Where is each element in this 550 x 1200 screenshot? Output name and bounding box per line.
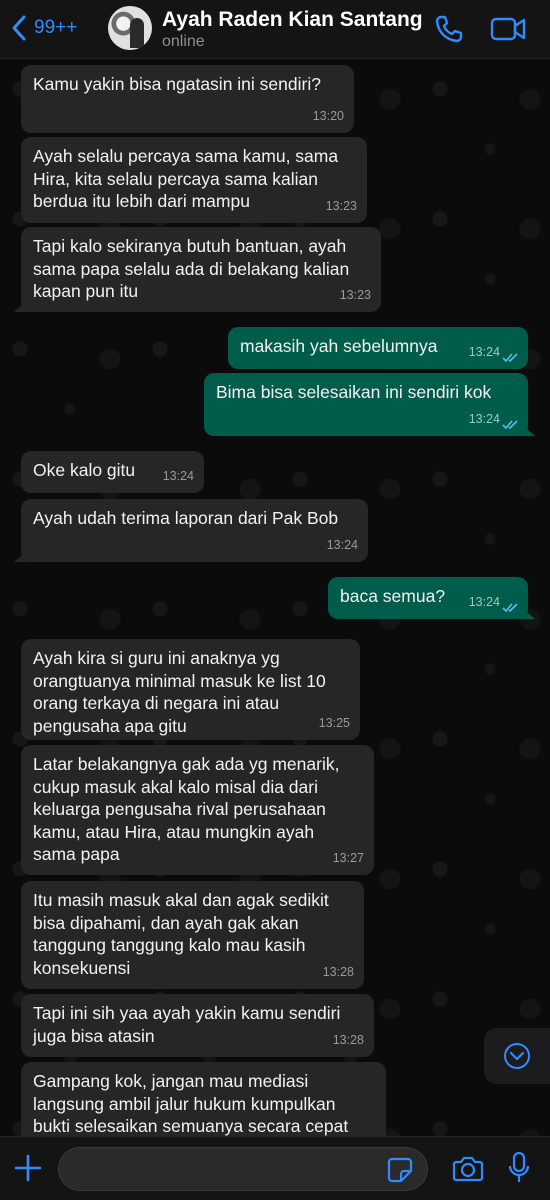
message-bubble-incoming[interactable]: Gampang kok, jangan mau mediasi langsung… bbox=[21, 1062, 386, 1136]
message-bubble-incoming[interactable]: Oke kalo gitu 13:24 bbox=[21, 451, 204, 493]
microphone-icon[interactable] bbox=[508, 1151, 530, 1185]
message-bubble-incoming[interactable]: Tapi ini sih yaa ayah yakin kamu sendiri… bbox=[21, 994, 374, 1057]
double-check-icon bbox=[502, 603, 518, 613]
message-text: Ayah udah terima laporan dari Pak Bob bbox=[33, 508, 339, 528]
message-time: 13:24 bbox=[468, 345, 500, 360]
message-text: Kamu yakin bisa ngatasin ini sendiri? bbox=[33, 74, 321, 94]
message-time: 13:20 bbox=[312, 109, 344, 124]
plus-icon[interactable] bbox=[14, 1154, 42, 1182]
message-time: 13:28 bbox=[332, 1033, 364, 1048]
message-bubble-incoming[interactable]: Latar belakangnya gak ada yg menarik, cu… bbox=[21, 745, 374, 875]
message-text: Latar belakangnya gak ada yg menarik, cu… bbox=[33, 754, 340, 865]
message-bubble-incoming[interactable]: Tapi kalo sekiranya butuh bantuan, ayah … bbox=[21, 227, 381, 312]
unread-count: 99++ bbox=[34, 17, 78, 38]
double-check-icon bbox=[502, 420, 518, 430]
chevron-down-icon bbox=[504, 1043, 530, 1069]
message-time: 13:24 bbox=[162, 469, 194, 484]
message-bubble-outgoing[interactable]: Bima bisa selesaikan ini sendiri kok 13:… bbox=[204, 373, 528, 436]
message-bubble-incoming[interactable]: Ayah udah terima laporan dari Pak Bob 13… bbox=[21, 499, 368, 562]
message-text: Ayah selalu percaya sama kamu, sama Hira… bbox=[33, 146, 339, 212]
message-list[interactable]: Kamu yakin bisa ngatasin ini sendiri? 13… bbox=[0, 59, 550, 1136]
message-bubble-outgoing[interactable]: makasih yah sebelumnya 13:24 bbox=[228, 327, 528, 369]
chat-header: 99++ Ayah Raden Kian Santang online bbox=[0, 0, 550, 59]
message-bubble-incoming[interactable]: Kamu yakin bisa ngatasin ini sendiri? 13… bbox=[21, 65, 354, 133]
message-bubble-incoming[interactable]: Ayah kira si guru ini anaknya yg orangtu… bbox=[21, 639, 360, 740]
message-time: 13:27 bbox=[332, 851, 364, 866]
message-time: 13:24 bbox=[326, 538, 358, 553]
avatar[interactable] bbox=[108, 6, 152, 50]
message-time: 13:23 bbox=[339, 288, 371, 303]
message-text: Gampang kok, jangan mau mediasi langsung… bbox=[33, 1071, 349, 1136]
contact-status: online bbox=[162, 33, 205, 50]
message-time: 13:23 bbox=[325, 199, 357, 214]
sticker-icon[interactable] bbox=[386, 1156, 414, 1184]
message-time: 13:28 bbox=[322, 965, 354, 980]
message-bubble-incoming[interactable]: Ayah selalu percaya sama kamu, sama Hira… bbox=[21, 137, 367, 223]
message-input[interactable] bbox=[58, 1147, 428, 1191]
message-bubble-incoming[interactable]: Itu masih masuk akal dan agak sedikit bi… bbox=[21, 881, 364, 989]
message-text: Tapi ini sih yaa ayah yakin kamu sendiri… bbox=[33, 1003, 341, 1046]
video-camera-icon[interactable] bbox=[490, 16, 526, 42]
message-text: Itu masih masuk akal dan agak sedikit bi… bbox=[33, 890, 329, 978]
double-check-icon bbox=[502, 353, 518, 363]
message-text: Tapi kalo sekiranya butuh bantuan, ayah … bbox=[33, 236, 350, 302]
message-time: 13:25 bbox=[318, 716, 350, 731]
back-button[interactable]: 99++ bbox=[10, 14, 77, 42]
phone-icon[interactable] bbox=[434, 14, 464, 44]
composer-bar bbox=[0, 1136, 550, 1200]
camera-icon[interactable] bbox=[452, 1154, 484, 1182]
message-time: 13:24 bbox=[468, 412, 500, 427]
message-text: Bima bisa selesaikan ini sendiri kok bbox=[216, 382, 492, 402]
contact-name[interactable]: Ayah Raden Kian Santang bbox=[162, 8, 423, 32]
message-bubble-outgoing[interactable]: baca semua? 13:24 bbox=[328, 577, 528, 619]
scroll-to-bottom-button[interactable] bbox=[484, 1028, 550, 1084]
message-text: Ayah kira si guru ini anaknya yg orangtu… bbox=[33, 648, 326, 736]
message-time: 13:24 bbox=[468, 595, 500, 610]
chevron-left-icon bbox=[12, 15, 26, 41]
